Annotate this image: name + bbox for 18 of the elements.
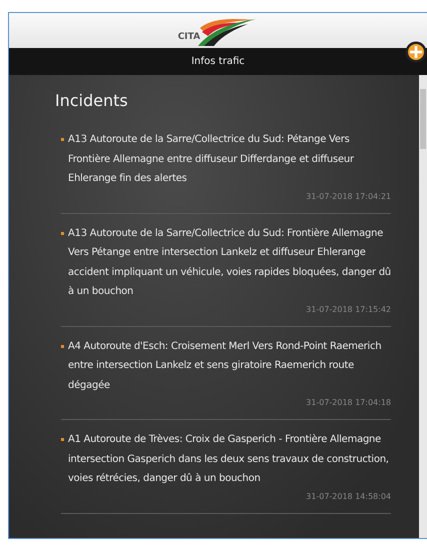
bullet-icon [61,138,64,141]
incident-text[interactable]: A13 Autoroute de la Sarre/Collectrice du Sud: Frontière Allemagne Vers Pétange entre intersection Lankelz et diffuseur Ehlerange accident impliquant un véhicule, voies rapides bloquées, danger dû à un bouchon [68,224,391,302]
nav-title: Infos trafic [191,56,245,67]
logo-text: CITA [178,32,200,42]
bullet-icon [61,438,64,441]
scrollbar[interactable] [419,75,427,538]
incident-text[interactable]: A1 Autoroute de Trèves: Croix de Gasperich - Frontière Allemagne intersection Gasperich dans les deux sens travaux de construction, voies rétrécies, danger dû à un bouchon [68,430,391,488]
add-icon[interactable] [405,41,427,63]
incident-text[interactable]: A4 Autoroute d'Esch: Croisement Merl Vers Rond-Point Raemerich entre intersection Lankelz et sens giratoire Raemerich route dégagée [68,336,391,395]
bullet-icon [61,232,64,234]
bullet-icon [61,344,64,348]
scrollbar-thumb[interactable] [420,89,426,149]
incident-time: 31-07-2018 17:15:42 [306,304,391,314]
incident-time: 31-07-2018 17:04:18 [306,398,391,407]
section-title: Incidents [55,91,129,110]
incident-time: 31-07-2018 14:58:04 [306,492,391,500]
incident-time: 31-07-2018 17:04:21 [306,192,391,200]
incident-text[interactable]: A13 Autoroute de la Sarre/Collectrice du Sud: Pétange Vers Frontière Allemagne entre diffuseur Differdange et diffuseur Ehlerange fin des alertes [68,130,391,188]
